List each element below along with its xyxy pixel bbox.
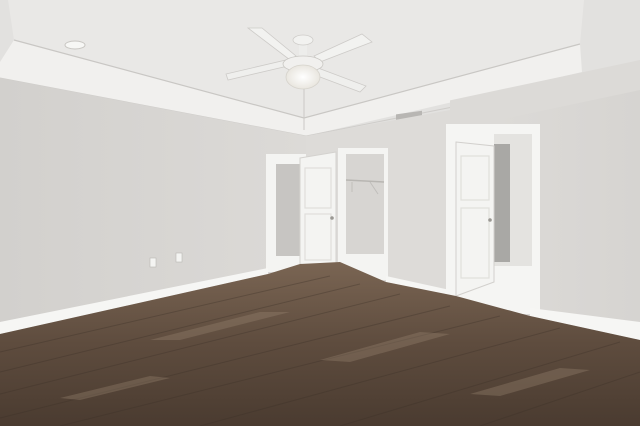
fan-light-globe — [285, 64, 321, 90]
closet-interior-left — [276, 164, 300, 256]
closet-interior-center — [346, 154, 384, 254]
wall-outlet-2 — [175, 252, 183, 263]
recessed-light — [64, 40, 86, 50]
door-knob-right — [488, 218, 492, 222]
room-photo — [0, 0, 640, 426]
bathroom-tile-wall — [494, 144, 510, 262]
bathroom-door-right — [455, 141, 495, 297]
door-knob-left — [330, 216, 334, 220]
fan-canopy — [292, 34, 314, 46]
wall-outlet-1 — [149, 257, 157, 268]
